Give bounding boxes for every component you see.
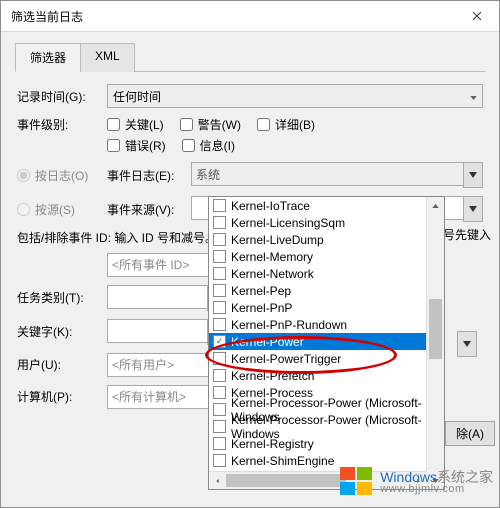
- dropdown-list[interactable]: Kernel-IoTrace Kernel-LicensingSqm Kernel-…: [209, 197, 426, 489]
- chevron-down-icon: [470, 89, 477, 103]
- select-logged-value: 任何时间: [113, 88, 161, 105]
- checkbox-icon: [213, 437, 226, 450]
- label-task: 任务类别(T):: [17, 289, 107, 306]
- label-computer: 计算机(P):: [17, 388, 107, 405]
- radio-bysource[interactable]: 按源(S): [17, 201, 107, 218]
- chk-critical[interactable]: 关键(L): [107, 116, 164, 133]
- chk-verbose-box[interactable]: [257, 118, 270, 131]
- level-group: 关键(L) 警告(W) 详细(B) 错误(R) 信息(I): [107, 116, 387, 154]
- checkbox-icon: [213, 233, 226, 246]
- dropdown-item[interactable]: Kernel-IoTrace: [209, 197, 426, 214]
- dropdown-item-label: Kernel-LicensingSqm: [231, 216, 345, 230]
- chk-error[interactable]: 错误(R): [107, 137, 166, 154]
- tab-strip: 筛选器 XML: [15, 42, 485, 72]
- radio-bysource-input[interactable]: [17, 203, 30, 216]
- checkbox-icon: [213, 335, 226, 348]
- combo-task-field[interactable]: [107, 285, 207, 309]
- dropdown-item-label: Kernel-IoTrace: [231, 199, 310, 213]
- hscroll-thumb[interactable]: [226, 474, 346, 487]
- dropdown-item[interactable]: Kernel-PnP: [209, 299, 426, 316]
- checkbox-icon: [213, 369, 226, 382]
- chk-warning[interactable]: 警告(W): [180, 116, 241, 133]
- window: 筛选当前日志 筛选器 XML 记录时间(G): 任何时间 事件级别: 关键(L): [0, 0, 500, 508]
- chk-warning-box[interactable]: [180, 118, 193, 131]
- scroll-left-button[interactable]: [209, 472, 226, 489]
- combo-eventlogs-field[interactable]: 系统: [191, 162, 463, 186]
- help-text-right: 号先键入: [443, 226, 491, 243]
- checkbox-icon: [213, 352, 226, 365]
- combo-eventsources-button[interactable]: [463, 196, 483, 222]
- row-logged: 记录时间(G): 任何时间: [17, 84, 483, 108]
- chk-error-box[interactable]: [107, 139, 120, 152]
- dropdown-item-label: Kernel-PowerTrigger: [231, 352, 341, 366]
- label-eventsources: 事件来源(V):: [107, 201, 191, 218]
- dropdown-item[interactable]: Kernel-Pep: [209, 282, 426, 299]
- window-title: 筛选当前日志: [11, 8, 83, 25]
- scroll-up-button[interactable]: [427, 197, 444, 214]
- label-eventlogs: 事件日志(E):: [107, 167, 191, 184]
- combo-eventlogs-button[interactable]: [463, 162, 483, 188]
- dropdown-item-label: Kernel-PnP-Rundown: [231, 318, 347, 332]
- scroll-track[interactable]: [427, 214, 444, 472]
- checkbox-icon: [213, 420, 226, 433]
- combo-keywords-field[interactable]: [107, 319, 207, 343]
- windows-logo-icon: [340, 467, 374, 497]
- radio-bylog-input[interactable]: [17, 169, 30, 182]
- dropdown-item[interactable]: Kernel-Power: [209, 333, 426, 350]
- watermark: Windows系统之家 www.bjjmlv.com: [340, 467, 493, 497]
- dropdown-item[interactable]: Kernel-LiveDump: [209, 231, 426, 248]
- tab-xml[interactable]: XML: [80, 43, 135, 72]
- row-bylog: 按日志(O) 事件日志(E): 系统: [17, 162, 483, 188]
- chk-critical-box[interactable]: [107, 118, 120, 131]
- dropdown-item[interactable]: Kernel-PnP-Rundown: [209, 316, 426, 333]
- dropdown-item-label: Kernel-ShimEngine: [231, 454, 334, 468]
- close-icon: [472, 11, 482, 21]
- checkbox-icon: [213, 284, 226, 297]
- dropdown-item-label: Kernel-PnP: [231, 301, 292, 315]
- watermark-text: Windows系统之家 www.bjjmlv.com: [380, 470, 493, 495]
- dropdown-item-label: Kernel-Prefetch: [231, 369, 314, 383]
- dropdown-item[interactable]: Kernel-Memory: [209, 248, 426, 265]
- clear-button[interactable]: 除(A): [445, 421, 495, 446]
- radio-bylog[interactable]: 按日志(O): [17, 167, 107, 184]
- dropdown-item-label: Kernel-Network: [231, 267, 314, 281]
- chk-verbose[interactable]: 详细(B): [257, 116, 315, 133]
- event-sources-dropdown: Kernel-IoTrace Kernel-LicensingSqm Kernel-…: [208, 196, 445, 490]
- chk-info[interactable]: 信息(I): [182, 137, 235, 154]
- label-logged: 记录时间(G):: [17, 88, 107, 105]
- checkbox-icon: [213, 454, 226, 467]
- checkbox-icon: [213, 250, 226, 263]
- chk-info-box[interactable]: [182, 139, 195, 152]
- tab-filter[interactable]: 筛选器: [15, 43, 81, 72]
- dropdown-vscrollbar[interactable]: [426, 197, 444, 489]
- dropdown-item-label: Kernel-Memory: [231, 250, 313, 264]
- label-user: 用户(U):: [17, 356, 107, 373]
- dropdown-item[interactable]: Kernel-PowerTrigger: [209, 350, 426, 367]
- checkbox-icon: [213, 216, 226, 229]
- checkbox-icon: [213, 386, 226, 399]
- close-button[interactable]: [454, 1, 499, 31]
- checkbox-icon: [213, 403, 226, 416]
- combo-keywords-button-right[interactable]: [457, 331, 477, 357]
- dropdown-item[interactable]: Kernel-LicensingSqm: [209, 214, 426, 231]
- row-level: 事件级别: 关键(L) 警告(W) 详细(B) 错误(R) 信息(I): [17, 116, 483, 154]
- dropdown-item[interactable]: Kernel-Prefetch: [209, 367, 426, 384]
- dropdown-item-label: Kernel-Pep: [231, 284, 291, 298]
- titlebar: 筛选当前日志: [1, 1, 499, 32]
- checkbox-icon: [213, 199, 226, 212]
- select-logged[interactable]: 任何时间: [107, 84, 483, 108]
- dropdown-item-label: Kernel-Registry: [231, 437, 314, 451]
- dropdown-item[interactable]: Kernel-Network: [209, 265, 426, 282]
- dropdown-item-label: Kernel-LiveDump: [231, 233, 324, 247]
- dropdown-item-label: Kernel-Power: [231, 335, 304, 349]
- label-keywords: 关键字(K):: [17, 323, 107, 340]
- combo-eventlogs: 系统: [191, 162, 483, 188]
- label-level: 事件级别:: [17, 116, 107, 133]
- checkbox-icon: [213, 301, 226, 314]
- scroll-thumb[interactable]: [429, 299, 442, 359]
- dropdown-item[interactable]: Kernel-Processor-Power (Microsoft-Window…: [209, 418, 426, 435]
- checkbox-icon: [213, 267, 226, 280]
- checkbox-icon: [213, 318, 226, 331]
